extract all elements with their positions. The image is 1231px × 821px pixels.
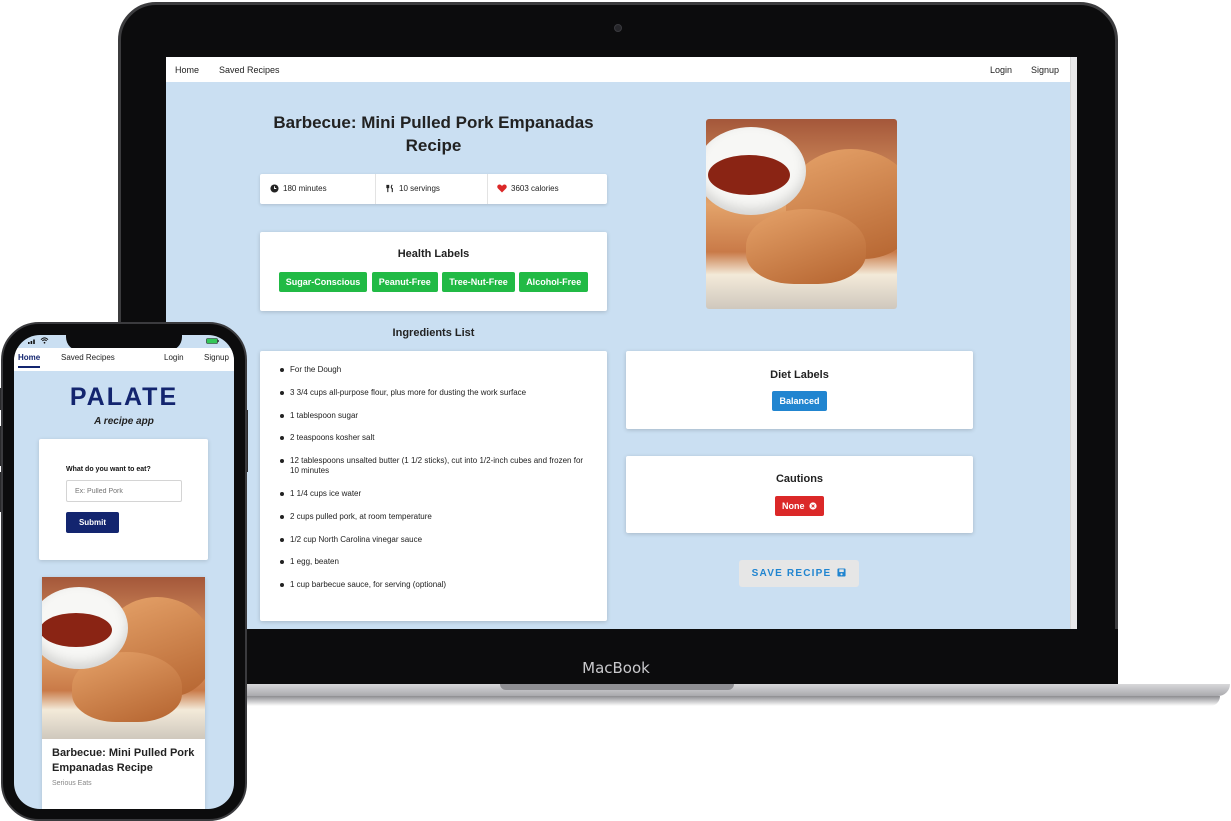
ingredient-item: 1 egg, beaten xyxy=(280,557,585,567)
search-label: What do you want to eat? xyxy=(66,466,151,473)
ingredient-item: 2 cups pulled pork, at room temperature xyxy=(280,512,585,522)
signal-icon xyxy=(28,339,35,344)
app-subtitle: A recipe app xyxy=(94,416,154,427)
recipe-photo xyxy=(706,119,897,309)
laptop-brand: MacBook xyxy=(582,659,650,677)
health-labels-title: Health Labels xyxy=(397,248,470,260)
health-label-badge: Alcohol-Free xyxy=(519,272,589,292)
battery-icon xyxy=(206,338,219,344)
nav-login[interactable]: Login xyxy=(164,353,184,362)
nav-saved-recipes[interactable]: Saved Recipes xyxy=(219,65,280,75)
diet-label-badge: Balanced xyxy=(772,391,827,411)
stat-calories-text: 3603 calories xyxy=(511,184,559,193)
recipe-stats: 180 minutes 10 servings 3603 calories xyxy=(260,174,607,204)
phone-screen: Home Saved Recipes Login Signup PALATE A… xyxy=(14,335,234,809)
ingredient-item: For the Dough xyxy=(280,365,585,375)
nav-home[interactable]: Home xyxy=(18,353,41,368)
cautions-card: Cautions None xyxy=(626,456,973,533)
status-bar-right xyxy=(206,338,219,346)
search-form: What do you want to eat? Submit xyxy=(39,439,208,560)
stat-divider xyxy=(375,174,376,204)
stat-time-text: 180 minutes xyxy=(283,184,327,193)
ingredient-item: 1 tablespoon sugar xyxy=(280,411,585,421)
laptop-base-shadow xyxy=(230,696,1220,706)
health-label-badge: Tree-Nut-Free xyxy=(442,272,515,292)
ingredient-item: 1 cup barbecue sauce, for serving (optio… xyxy=(280,580,585,590)
stat-calories: 3603 calories xyxy=(497,184,559,193)
laptop-navbar: Home Saved Recipes Login Signup xyxy=(166,57,1077,82)
stat-servings: 10 servings xyxy=(386,184,440,193)
nav-signup[interactable]: Signup xyxy=(1031,65,1059,75)
app-title: PALATE xyxy=(69,383,179,411)
recipe-card-source: Serious Eats xyxy=(52,780,92,787)
health-labels-list: Sugar-Conscious Peanut-Free Tree-Nut-Fre… xyxy=(260,272,607,292)
ingredient-item: 3 3/4 cups all-purpose flour, plus more … xyxy=(280,388,585,398)
utensils-icon xyxy=(386,184,393,193)
phone-navbar: Home Saved Recipes Login Signup xyxy=(14,348,234,371)
nav-login[interactable]: Login xyxy=(990,65,1012,75)
recipe-card[interactable]: Barbecue: Mini Pulled Pork Empanadas Rec… xyxy=(42,577,205,809)
submit-button[interactable]: Submit xyxy=(66,512,119,533)
wifi-icon xyxy=(40,337,49,344)
save-icon xyxy=(837,568,846,577)
health-labels-card: Health Labels Sugar-Conscious Peanut-Fre… xyxy=(260,232,607,311)
ingredient-item: 1/2 cup North Carolina vinegar sauce xyxy=(280,535,585,545)
save-recipe-button[interactable]: SAVE RECIPE xyxy=(739,560,859,587)
sauce-shape xyxy=(42,613,112,647)
save-recipe-label: SAVE RECIPE xyxy=(751,568,832,579)
stat-time: 180 minutes xyxy=(270,184,327,193)
circle-x-icon xyxy=(809,502,817,510)
health-label-badge: Peanut-Free xyxy=(371,272,438,292)
ingredients-card: For the Dough 3 3/4 cups all-purpose flo… xyxy=(260,351,607,621)
empanada-shape xyxy=(746,209,866,284)
diet-labels-title: Diet Labels xyxy=(770,369,829,381)
diet-labels-list: Balanced xyxy=(626,391,973,411)
recipe-card-title: Barbecue: Mini Pulled Pork Empanadas Rec… xyxy=(52,747,195,774)
heart-icon xyxy=(497,184,507,193)
scrollbar[interactable] xyxy=(1070,57,1077,629)
clock-icon xyxy=(270,184,279,193)
nav-saved-recipes[interactable]: Saved Recipes xyxy=(61,353,115,362)
status-bar-left xyxy=(28,337,49,346)
diet-labels-card: Diet Labels Balanced xyxy=(626,351,973,429)
cautions-list: None xyxy=(626,496,973,516)
caution-badge: None xyxy=(774,496,824,516)
nav-signup[interactable]: Signup xyxy=(204,353,229,362)
laptop-screen: Home Saved Recipes Login Signup Barbecue… xyxy=(166,57,1077,629)
ingredients-heading: Ingredients List xyxy=(392,327,475,339)
nav-home[interactable]: Home xyxy=(175,65,199,75)
ingredient-item: 2 teaspoons kosher salt xyxy=(280,433,585,443)
caution-badge-text: None xyxy=(781,501,805,511)
ingredient-item: 1 1/4 cups ice water xyxy=(280,489,585,499)
laptop-camera xyxy=(614,24,622,32)
recipe-card-photo xyxy=(42,577,205,739)
sauce-shape xyxy=(708,155,790,195)
search-input[interactable] xyxy=(66,480,182,502)
cautions-title: Cautions xyxy=(775,473,824,485)
ingredients-list: For the Dough 3 3/4 cups all-purpose flo… xyxy=(280,365,585,603)
health-label-badge: Sugar-Conscious xyxy=(278,272,368,292)
stat-servings-text: 10 servings xyxy=(399,184,440,193)
laptop-notch xyxy=(500,684,734,690)
recipe-title: Barbecue: Mini Pulled Pork Empanadas Rec… xyxy=(273,113,594,155)
stat-divider xyxy=(487,174,488,204)
ingredient-item: 12 tablespoons unsalted butter (1 1/2 st… xyxy=(280,456,585,476)
mockup-stage: MacBook Home Saved Recipes Login Signup … xyxy=(0,0,1231,821)
